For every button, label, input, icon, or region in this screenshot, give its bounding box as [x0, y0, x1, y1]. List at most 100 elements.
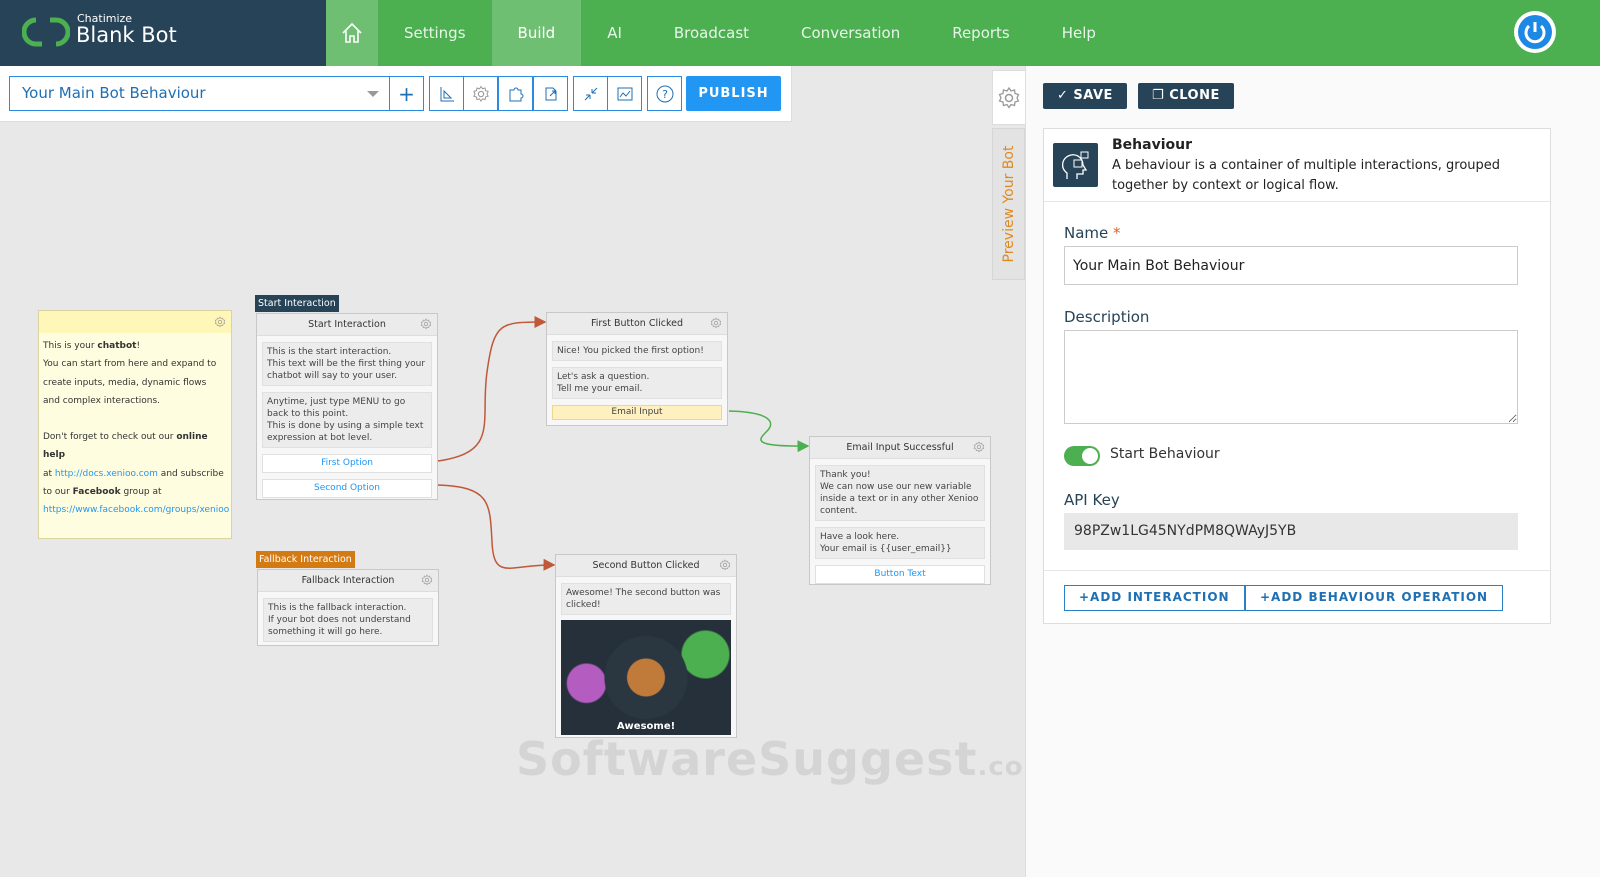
gear-icon[interactable]: [214, 316, 226, 328]
message-bubble[interactable]: Thank you! We can now use our new variab…: [815, 465, 985, 521]
message-bubble[interactable]: Nice! You picked the first option!: [552, 341, 722, 361]
note-text: You can start from here and expand to cr…: [43, 359, 217, 406]
nav-ai[interactable]: AI: [581, 0, 648, 66]
node-start-interaction[interactable]: Start Interaction This is the start inte…: [256, 313, 438, 500]
connector-second-option: [437, 484, 556, 571]
chart-icon: [617, 87, 632, 100]
nav-help[interactable]: Help: [1036, 0, 1122, 66]
node-title: First Button Clicked: [590, 318, 684, 329]
docs-link[interactable]: http://docs.xenioo.com: [55, 469, 158, 479]
connector-first-option: [437, 316, 547, 462]
help-button[interactable]: ?: [647, 76, 682, 111]
behaviour-title: Behaviour: [1112, 137, 1192, 153]
properties-tab[interactable]: [992, 70, 1025, 125]
node-first-button-clicked[interactable]: First Button Clicked Nice! You picked th…: [546, 312, 728, 426]
gear-icon[interactable]: [710, 317, 722, 329]
name-input[interactable]: [1064, 246, 1518, 285]
message-bubble[interactable]: Have a look here. Your email is {{user_e…: [815, 527, 985, 559]
facebook-link[interactable]: https://www.facebook.com/groups/xenioo: [43, 505, 229, 515]
layout-button[interactable]: [429, 76, 464, 111]
svg-text:?: ?: [662, 88, 668, 101]
nav-settings[interactable]: Settings: [378, 0, 492, 66]
node-title: Fallback Interaction: [301, 575, 395, 586]
add-behaviour-operation-button[interactable]: +ADD BEHAVIOUR OPERATION: [1245, 585, 1504, 611]
note-text: to our: [43, 487, 73, 498]
save-button[interactable]: ✓ SAVE: [1043, 83, 1127, 109]
power-button[interactable]: [1514, 11, 1556, 53]
welcome-note[interactable]: This is your chatbot! You can start from…: [38, 310, 232, 539]
name-label: Name *: [1064, 224, 1121, 242]
clone-button[interactable]: ❐ CLONE: [1138, 83, 1234, 109]
copy-icon: ❐: [1152, 88, 1170, 103]
check-icon: ✓: [1057, 88, 1074, 103]
gear-icon[interactable]: [719, 559, 731, 571]
add-behaviour-button[interactable]: +: [389, 76, 424, 111]
gear-icon: [472, 85, 490, 103]
option-button[interactable]: First Option: [262, 454, 432, 473]
publish-button[interactable]: PUBLISH: [686, 76, 781, 111]
behaviour-description: A behaviour is a container of multiple i…: [1112, 158, 1501, 193]
watermark: SoftwareSuggest.com: [516, 732, 1052, 786]
gear-icon: [997, 86, 1021, 110]
preview-bot-label: Preview Your Bot: [1000, 145, 1017, 263]
api-key-label: API Key: [1064, 491, 1120, 509]
clone-label: CLONE: [1169, 88, 1220, 103]
gear-icon[interactable]: [973, 441, 985, 453]
message-bubble[interactable]: Anytime, just type MENU to go back to th…: [262, 392, 432, 448]
email-input-block[interactable]: Email Input: [552, 405, 722, 420]
plus-icon: +: [398, 81, 415, 106]
home-icon: [342, 22, 362, 43]
nav-home[interactable]: [326, 0, 378, 66]
analytics-button[interactable]: [607, 76, 642, 111]
note-text: at: [43, 468, 55, 479]
message-bubble[interactable]: Awesome! The second button was clicked!: [561, 583, 731, 615]
nav-reports[interactable]: Reports: [926, 0, 1036, 66]
add-interaction-button[interactable]: +ADD INTERACTION: [1064, 585, 1245, 611]
note-bold: chatbot: [97, 341, 137, 351]
nav-conversation[interactable]: Conversation: [775, 0, 926, 66]
gear-icon[interactable]: [420, 318, 432, 330]
start-behaviour-label: Start Behaviour: [1110, 446, 1220, 462]
description-textarea[interactable]: [1064, 330, 1518, 424]
node-title: Second Button Clicked: [592, 560, 700, 571]
note-text: This is your: [43, 341, 98, 351]
nav-build[interactable]: Build: [491, 0, 582, 66]
export-button[interactable]: [533, 76, 568, 111]
nav-broadcast[interactable]: Broadcast: [648, 0, 775, 66]
plugins-button[interactable]: [498, 76, 533, 111]
divider: [1044, 570, 1550, 571]
preview-bot-tab[interactable]: Preview Your Bot: [992, 128, 1025, 280]
note-text: and subscribe: [157, 468, 224, 479]
option-button[interactable]: Second Option: [262, 479, 432, 498]
node-second-button-clicked[interactable]: Second Button Clicked Awesome! The secon…: [555, 554, 737, 738]
message-bubble[interactable]: Let's ask a question. Tell me your email…: [552, 367, 722, 399]
behaviour-select-value: Your Main Bot Behaviour: [22, 84, 206, 102]
node-email-input-successful[interactable]: Email Input Successful Thank you! We can…: [809, 436, 991, 585]
note-text: group at: [120, 487, 162, 498]
settings-button[interactable]: [463, 76, 498, 111]
option-button[interactable]: Button Text: [815, 565, 985, 584]
note-bold: Facebook: [72, 487, 121, 498]
export-icon: [545, 87, 556, 100]
collapse-button[interactable]: [573, 76, 608, 111]
message-bubble[interactable]: This is the fallback interaction. If you…: [263, 598, 433, 642]
puzzle-icon: [509, 87, 523, 101]
question-icon: ?: [656, 85, 673, 102]
collapse-icon: [584, 87, 597, 100]
api-key-field[interactable]: 98PZw1LG45NYdPM8QWAyJ5YB: [1064, 513, 1518, 550]
behaviour-select[interactable]: Your Main Bot Behaviour: [9, 76, 390, 111]
behaviour-card: Behaviour A behaviour is a container of …: [1043, 128, 1551, 624]
power-icon: [1518, 15, 1552, 49]
gear-icon[interactable]: [421, 574, 433, 586]
brand[interactable]: Chatimize Blank Bot: [0, 0, 326, 66]
connector-email-input: [728, 410, 810, 453]
node-title: Start Interaction: [308, 319, 386, 330]
start-behaviour-toggle[interactable]: [1064, 446, 1100, 466]
canvas-toolbar: Your Main Bot Behaviour + ? PUBLISH: [0, 66, 792, 122]
message-bubble[interactable]: This is the start interaction. This text…: [262, 342, 432, 386]
gif-caption: Awesome!: [616, 721, 676, 732]
gif-image[interactable]: Awesome!: [561, 620, 731, 735]
note-text: !: [136, 341, 141, 351]
bot-name: Blank Bot: [76, 23, 177, 47]
node-fallback-interaction[interactable]: Fallback Interaction This is the fallbac…: [257, 569, 439, 646]
